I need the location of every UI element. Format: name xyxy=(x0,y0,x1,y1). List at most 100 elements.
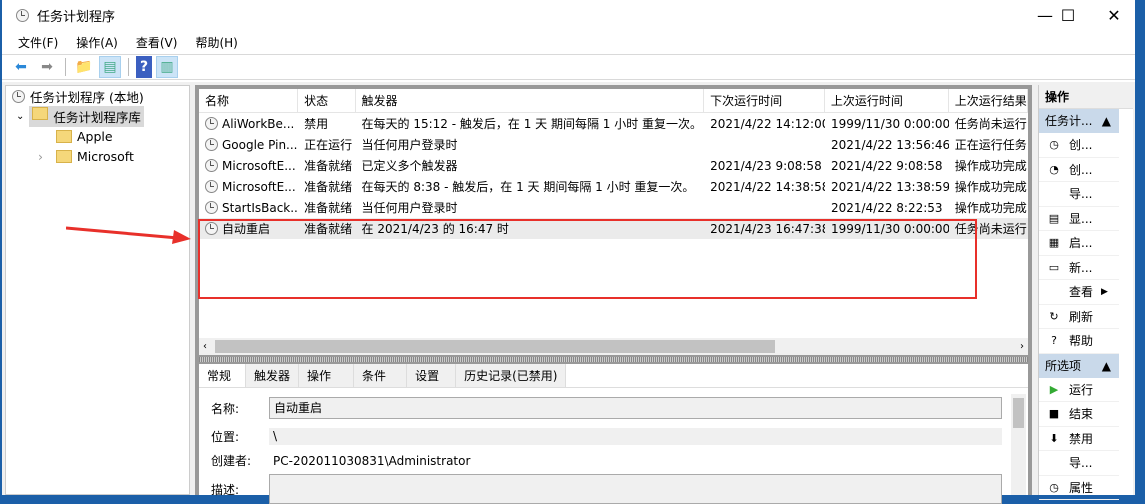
column-header-last-result[interactable]: 上次运行结果 xyxy=(949,89,1028,112)
cell-text: MicrosoftE... xyxy=(222,158,296,173)
column-header-status[interactable]: 状态 xyxy=(298,89,356,112)
horizontal-scrollbar[interactable]: ‹ › xyxy=(199,338,1028,355)
section-label: 所选项 xyxy=(1045,358,1082,373)
table-row[interactable]: MicrosoftE... 准备就绪 已定义多个触发器 2021/4/23 9:08:… xyxy=(199,155,1028,176)
action-item[interactable]: ◔ 创... xyxy=(1039,158,1119,182)
scroll-right-icon[interactable]: › xyxy=(1020,341,1024,352)
column-header-next-run[interactable]: 下次运行时间 xyxy=(704,89,825,112)
scrollbar-thumb[interactable] xyxy=(1013,398,1024,428)
scrollbar-thumb[interactable] xyxy=(215,340,775,353)
tab-conditions[interactable]: 条件 xyxy=(354,364,408,387)
action-item[interactable]: ▦ 启... xyxy=(1039,231,1119,256)
location-value: \ xyxy=(269,428,1002,445)
task-clock-icon xyxy=(205,159,218,172)
menu-help[interactable]: 帮助(H) xyxy=(195,34,237,51)
tree-root[interactable]: 任务计划程序 (本地) xyxy=(6,86,189,106)
tree-library[interactable]: ⌄ 任务计划程序库 xyxy=(6,105,189,127)
table-cell: 1999/11/30 0:00:00 xyxy=(825,117,949,131)
tree-item-microsoft[interactable]: › Microsoft xyxy=(6,146,189,166)
annotation-arrow xyxy=(66,226,191,244)
collapse-icon[interactable]: ▲ xyxy=(1102,109,1111,133)
table-cell: 已定义多个触发器 xyxy=(356,157,705,174)
menu-file[interactable]: 文件(F) xyxy=(18,34,58,51)
table-cell: 在每天的 8:38 - 触发后，在 1 天 期间每隔 1 小时 重复一次。 xyxy=(356,178,705,195)
scroll-left-icon[interactable]: ‹ xyxy=(199,341,207,352)
menu-view[interactable]: 查看(V) xyxy=(136,34,178,51)
tab-general[interactable]: 常规 xyxy=(199,364,247,387)
action-label: 帮助 xyxy=(1069,334,1094,349)
cell-text: 在每天的 8:38 - 触发后，在 1 天 期间每隔 1 小时 重复一次。 xyxy=(361,180,695,194)
refresh-icon: ↻ xyxy=(1049,309,1059,323)
table-row[interactable]: Google Pin... 正在运行 当任何用户登录时 2021/4/22 13:56… xyxy=(199,134,1028,155)
section-label: 任务计... xyxy=(1045,114,1093,128)
table-cell: AliWorkBe... xyxy=(199,117,298,131)
table-cell: 2021/4/22 13:38:59 xyxy=(825,180,949,194)
tree-item-apple[interactable]: Apple xyxy=(6,126,189,146)
table-row[interactable]: MicrosoftE... 准备就绪 在每天的 8:38 - 触发后，在 1 天 期… xyxy=(199,176,1028,197)
menu-bar: 文件(F) 操作(A) 查看(V) 帮助(H) xyxy=(2,30,1135,54)
help-icon[interactable]: ? xyxy=(136,56,152,78)
action-item[interactable]: 导... xyxy=(1039,182,1119,207)
column-header-name[interactable]: 名称 xyxy=(199,89,299,112)
back-icon[interactable]: ⬅ xyxy=(10,56,32,78)
section-selected-item[interactable]: 所选项 ▲ xyxy=(1039,353,1119,378)
forward-icon[interactable]: ➡ xyxy=(36,56,58,78)
close-button[interactable]: ✕ xyxy=(1091,0,1137,30)
table-row[interactable]: StartIsBack... 准备就绪 当任何用户登录时 2021/4/22 8:22… xyxy=(199,197,1028,218)
action-item[interactable]: ◷ 创... xyxy=(1039,133,1119,158)
action-item[interactable]: ▶ 运行 xyxy=(1039,378,1119,402)
section-task-scheduler[interactable]: 任务计... ▲ xyxy=(1039,109,1119,133)
table-cell: 2021/4/23 9:08:58 xyxy=(704,159,825,173)
action-item[interactable]: ⬇ 禁用 xyxy=(1039,427,1119,451)
action-item[interactable]: ◷ 属性 xyxy=(1039,476,1119,500)
up-folder-icon[interactable]: 📁 xyxy=(73,56,95,78)
table-cell: 在每天的 15:12 - 触发后，在 1 天 期间每隔 1 小时 重复一次。 xyxy=(356,115,705,132)
tab-triggers[interactable]: 触发器 xyxy=(246,364,300,387)
action-item[interactable]: 导... xyxy=(1039,451,1119,476)
title-bar: 任务计划程序 xyxy=(2,0,1135,30)
cell-text: 2021/4/22 14:38:58 xyxy=(710,179,825,194)
maximize-button[interactable]: ☐ xyxy=(1045,0,1091,30)
action-item[interactable]: 查看 ▶ xyxy=(1039,280,1119,305)
description-field[interactable] xyxy=(269,474,1002,504)
table-cell: 正在运行任务 xyxy=(949,136,1028,153)
column-header-last-run[interactable]: 上次运行时间 xyxy=(825,89,949,112)
column-header-trigger[interactable]: 触发器 xyxy=(356,89,705,112)
action-label: 导... xyxy=(1069,187,1093,202)
pane-splitter[interactable] xyxy=(199,357,1028,362)
table-cell: MicrosoftE... xyxy=(199,180,298,194)
cell-text: AliWorkBe... xyxy=(222,116,295,131)
tab-actions[interactable]: 操作 xyxy=(299,364,355,387)
show-tree-icon[interactable]: ▤ xyxy=(99,56,121,78)
cell-text: 操作成功完成 xyxy=(954,201,1027,215)
action-item[interactable]: ■ 结束 xyxy=(1039,402,1119,427)
chevron-down-icon[interactable]: ⌄ xyxy=(16,111,24,122)
table-cell: 当任何用户登录时 xyxy=(356,199,705,216)
submenu-arrow-icon: ▶ xyxy=(1101,286,1108,297)
window-title: 任务计划程序 xyxy=(37,9,116,25)
cell-text: 正在运行 xyxy=(304,138,353,152)
chevron-right-icon[interactable]: › xyxy=(38,149,51,164)
action-label: 启... xyxy=(1069,236,1093,251)
table-cell: Google Pin... xyxy=(199,138,298,152)
menu-action[interactable]: 操作(A) xyxy=(76,34,118,51)
name-field[interactable]: 自动重启 xyxy=(269,397,1002,419)
collapse-icon[interactable]: ▲ xyxy=(1102,354,1111,378)
action-item[interactable]: ▭ 新... xyxy=(1039,256,1119,280)
detail-vertical-scrollbar[interactable] xyxy=(1011,394,1026,495)
cell-text: 2021/4/23 9:08:58 xyxy=(710,158,822,173)
tab-history[interactable]: 历史记录(已禁用) xyxy=(456,364,567,387)
end-icon: ■ xyxy=(1048,407,1060,421)
table-row[interactable]: AliWorkBe... 禁用 在每天的 15:12 - 触发后，在 1 天 期间每… xyxy=(199,113,1028,134)
cell-text: 1999/11/30 0:00:00 xyxy=(830,116,949,131)
navigation-tree: 任务计划程序 (本地) ⌄ 任务计划程序库 Apple › Microsoft xyxy=(5,85,190,495)
action-item[interactable]: ↻ 刷新 xyxy=(1039,305,1119,329)
action-item[interactable]: ▤ 显... xyxy=(1039,207,1119,231)
table-cell: 2021/4/22 14:12:00 xyxy=(704,117,825,131)
tab-settings[interactable]: 设置 xyxy=(407,364,457,387)
show-action-pane-icon[interactable]: ▥ xyxy=(156,56,178,78)
tree-item-label: Apple xyxy=(77,128,113,144)
action-item[interactable]: ? 帮助 xyxy=(1039,329,1119,354)
cell-text: Google Pin... xyxy=(222,137,298,152)
help-icon: ? xyxy=(1051,334,1057,348)
